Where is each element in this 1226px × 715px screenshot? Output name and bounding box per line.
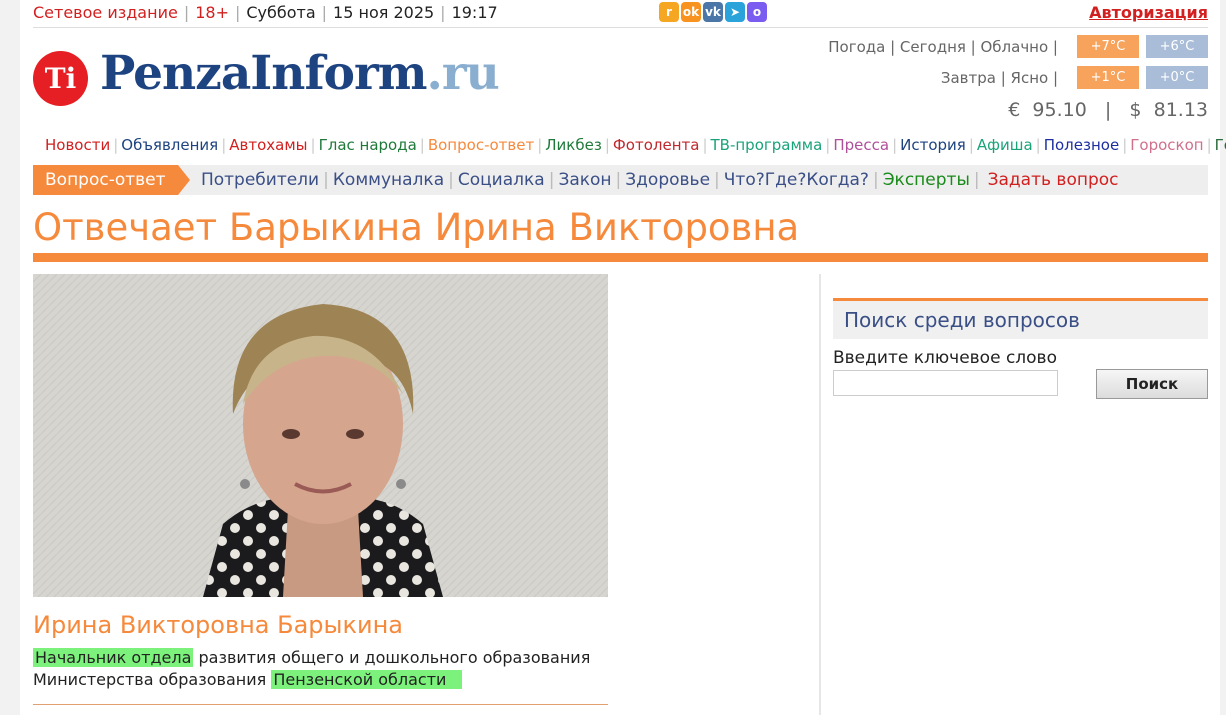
max-icon[interactable]: o [747,2,767,22]
nav-divider: | [1206,136,1212,154]
main-nav-item[interactable]: Полезное [1044,136,1122,154]
main-nav-item[interactable]: Вопрос-ответ [428,136,537,154]
main-nav-item[interactable]: История [900,136,969,154]
main-nav-item[interactable]: Ликбез [545,136,605,154]
logo-mark-icon: Ti [33,51,88,106]
section-nav: Вопрос-ответ Потребители | Коммуналка | Соци… [33,165,1208,195]
weather-tomorrow: Завтра | Ясно | +1°C +0°C [941,66,1208,90]
day-label: Суббота [246,3,316,22]
search-heading: Поиск среди вопросов [833,298,1208,339]
odnoklassniki-icon[interactable]: ok [681,2,701,22]
edition-link[interactable]: Сетевое издание [33,3,178,22]
main-nav-item[interactable]: Глас народа [319,136,420,154]
currency-rates: € 95.10 | $ 81.13 [1008,99,1208,121]
login-link[interactable]: Авторизация [1089,0,1208,26]
subnav-divider: | [714,170,720,190]
expert-photo [33,274,608,597]
logo-tld: .ru [426,46,500,101]
position-highlight-2: Пензенской области [271,670,463,689]
nav-divider: | [604,136,610,154]
vk-icon[interactable]: vk [703,2,723,22]
title-rule [33,253,1208,262]
top-bar: Сетевое издание | 18+ | Суббота | 15 ноя 2025 |… [33,0,1208,28]
subnav-active-tab[interactable]: Вопрос-ответ [33,165,190,195]
main-nav-item[interactable]: Фотолента [613,136,703,154]
subnav-item[interactable]: Эксперты [879,170,974,190]
search-input[interactable] [833,370,1058,396]
subnav-item[interactable]: Социалка [454,170,549,190]
page: Сетевое издание | 18+ | Суббота | 15 ноя 2025 |… [20,0,1226,715]
weather-today-night: +6°C [1146,35,1208,58]
main-nav-item[interactable]: Гороскоп [1130,136,1206,154]
weather-tomorrow-night: +0°C [1146,66,1208,89]
date-label: 15 ноя 2025 [333,3,435,22]
column-divider [819,274,821,715]
subnav-divider: | [323,170,329,190]
weather-tomorrow-day: +1°C [1077,66,1139,89]
subnav-item[interactable]: Что?Где?Когда? [720,170,873,190]
logo-name: PenzaInform [100,46,428,101]
nav-divider: | [825,136,831,154]
weather-tomorrow-label: Завтра | Ясно | [940,69,1058,87]
main-nav: Новости | Объявления | Автохамы | Глас народа |… [45,134,1226,156]
nav-divider: | [419,136,425,154]
main-nav-item[interactable]: Объявления [121,136,221,154]
nav-divider: | [968,136,974,154]
search-label: Введите ключевое слово [833,348,1057,368]
main-nav-item[interactable]: Автохамы [229,136,310,154]
weather-today: Погода | Сегодня | Облачно | +7°C +6°C [828,35,1208,59]
main-nav-item[interactable]: ТВ-программа [711,136,826,154]
main-nav-item[interactable]: Новости [45,136,113,154]
telegram-icon[interactable]: ➤ [725,2,745,22]
nav-divider: | [1035,136,1041,154]
top-bar-info: Сетевое издание | 18+ | Суббота | 15 ноя 2025 |… [33,3,498,22]
main-nav-item[interactable]: Пресса [833,136,892,154]
subnav-divider: | [973,170,980,190]
expert-name: Ирина Викторовна Барыкина [33,611,403,639]
social-icons: r ok vk ➤ o [659,2,769,22]
question-search-panel: Поиск среди вопросов Введите ключевое сл… [833,298,1208,399]
age-badge: 18+ [195,3,229,22]
subnav-divider: | [448,170,454,190]
nav-divider: | [537,136,543,154]
subnav-item[interactable]: Коммуналка [329,170,448,190]
nav-divider: | [702,136,708,154]
logo-text: PenzaInform.ru [100,46,500,101]
subnav-item[interactable]: Здоровье [621,170,714,190]
nav-divider: | [221,136,227,154]
subnav-divider: | [872,170,879,190]
content-divider [33,704,608,705]
subnav-item[interactable]: Потребители [197,170,323,190]
nav-divider: | [1122,136,1128,154]
main-nav-item[interactable]: Гостевая [1215,136,1226,154]
time-label: 19:17 [451,3,498,22]
position-highlight-1: Начальник отдела [33,648,194,667]
nav-divider: | [892,136,898,154]
weather-today-day: +7°C [1077,35,1139,58]
page-title: Отвечает Барыкина Ирина Викторовна [33,206,800,249]
expert-position: Начальник отдела развития общего и дошко… [33,647,593,691]
weather-today-label: Погода | Сегодня | Облачно | [828,38,1058,56]
ask-question-link[interactable]: Задать вопрос [980,170,1123,190]
subnav-item[interactable]: Закон [554,170,615,190]
nav-divider: | [310,136,316,154]
rss-icon[interactable]: r [659,2,679,22]
nav-divider: | [113,136,119,154]
search-button[interactable]: Поиск [1096,369,1208,399]
main-nav-item[interactable]: Афиша [977,136,1036,154]
